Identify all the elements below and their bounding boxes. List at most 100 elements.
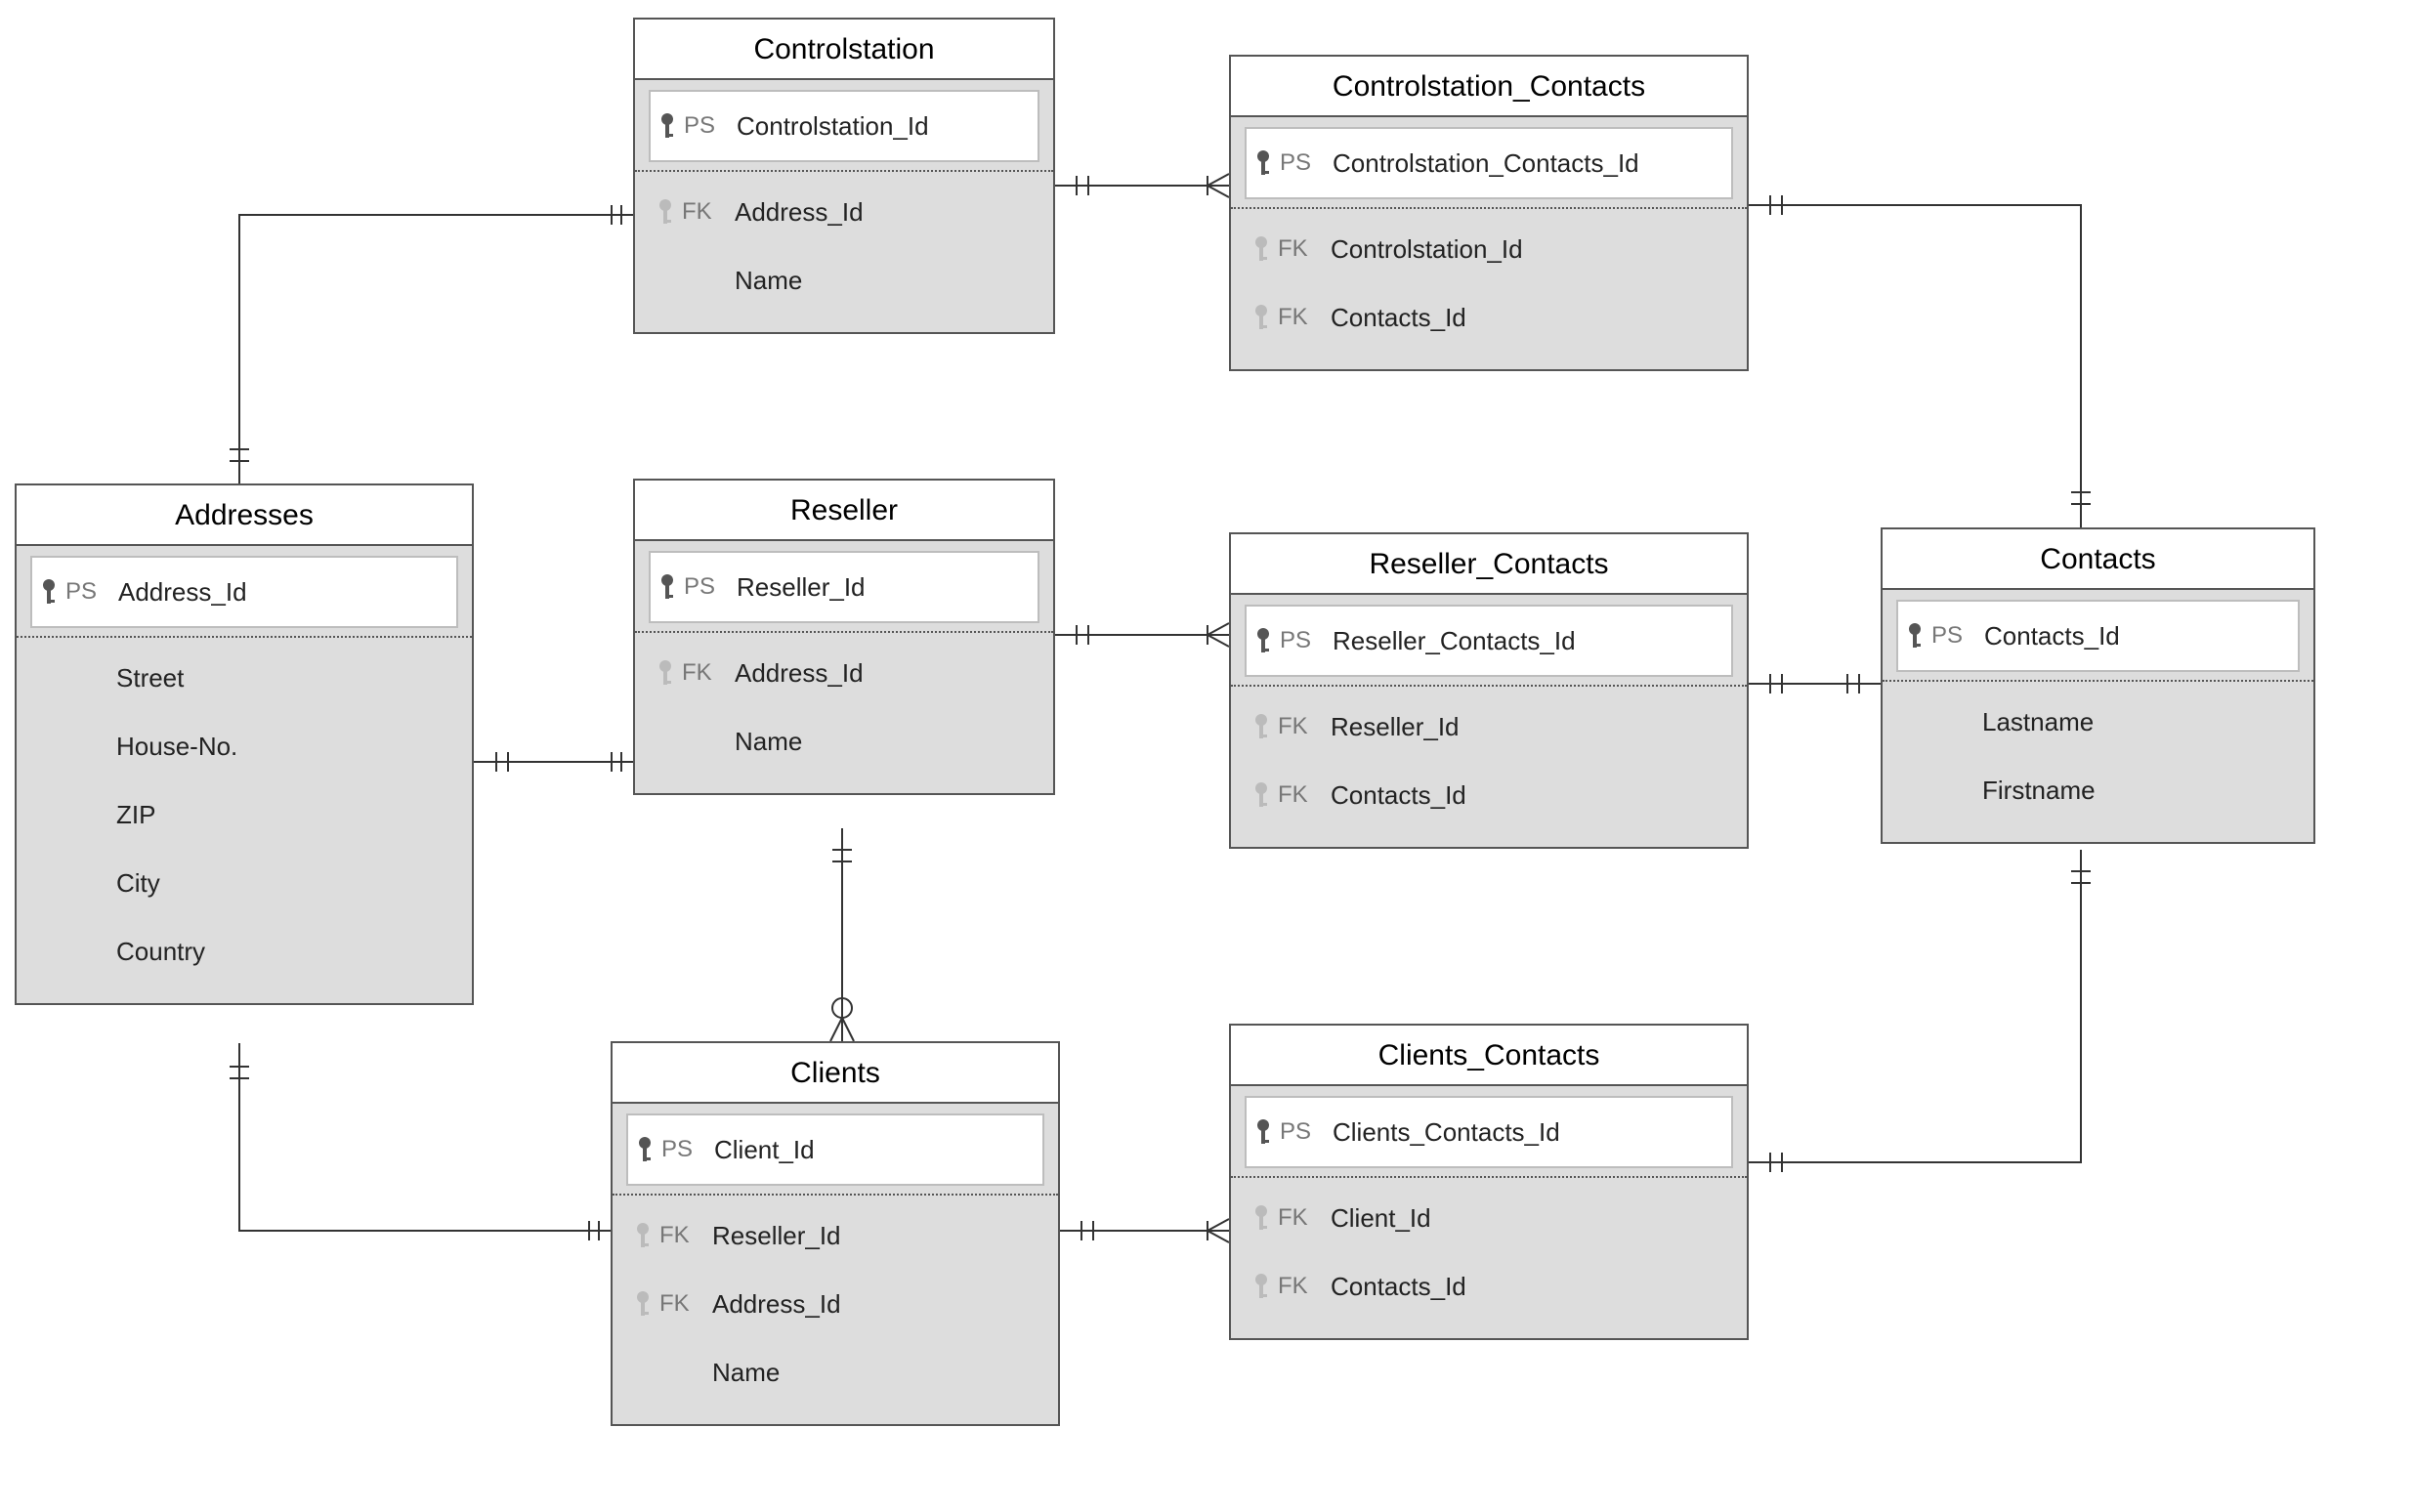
field-name: Address_Id	[729, 658, 1039, 689]
entity-title: Clients_Contacts	[1231, 1026, 1747, 1086]
entity-body: PS Clients_Contacts_Id FK Client_Id FK C…	[1231, 1086, 1747, 1338]
entity-addresses: Addresses PS Address_Id Street House-No.…	[15, 483, 474, 1005]
field-row: PS Contacts_Id	[1896, 600, 2300, 672]
field-row: PS Controlstation_Id	[649, 90, 1039, 162]
field-name: Firstname	[1976, 776, 2300, 806]
key-type: FK	[1278, 1204, 1325, 1232]
entity-body: PS Controlstation_Contacts_Id FK Control…	[1231, 117, 1747, 369]
field-name: Name	[729, 727, 1039, 757]
field-row: PS Controlstation_Contacts_Id	[1245, 127, 1733, 199]
field-row: FK Address_Id	[649, 639, 1039, 707]
key-icon	[626, 1222, 659, 1249]
entity-clients: Clients PS Client_Id FK Reseller_Id FK A…	[611, 1041, 1060, 1426]
field-row: Firstname	[1896, 756, 2300, 824]
key-icon	[1245, 235, 1278, 263]
key-type: FK	[659, 1290, 706, 1318]
pk-separator	[1883, 680, 2313, 682]
field-row: FK Address_Id	[626, 1270, 1044, 1338]
key-icon	[651, 112, 684, 140]
entity-title: Addresses	[17, 485, 472, 546]
pk-separator	[17, 636, 472, 638]
field-name: ZIP	[110, 800, 458, 830]
field-row: FK Contacts_Id	[1245, 761, 1733, 829]
entity-title: Controlstation_Contacts	[1231, 57, 1747, 117]
pk-separator	[1231, 1176, 1747, 1178]
field-name: Contacts_Id	[1978, 621, 2298, 651]
entity-reseller: Reseller PS Reseller_Id FK Address_Id Na…	[633, 479, 1055, 795]
key-icon	[649, 659, 682, 687]
key-icon	[1245, 1204, 1278, 1232]
entity-clients-contacts: Clients_Contacts PS Clients_Contacts_Id …	[1229, 1024, 1749, 1340]
field-name: Contacts_Id	[1325, 780, 1733, 811]
key-type: FK	[1278, 781, 1325, 809]
field-name: Lastname	[1976, 707, 2300, 737]
entity-body: PS Address_Id Street House-No. ZIP City …	[17, 546, 472, 1003]
field-row: FK Contacts_Id	[1245, 1252, 1733, 1321]
field-row: FK Controlstation_Id	[1245, 215, 1733, 283]
field-name: Reseller_Id	[706, 1221, 1044, 1251]
entity-body: PS Reseller_Id FK Address_Id Name	[635, 541, 1053, 793]
key-icon	[1247, 149, 1280, 177]
field-name: Reseller_Id	[731, 572, 1038, 603]
field-name: Country	[110, 937, 458, 967]
field-name: Reseller_Contacts_Id	[1327, 626, 1731, 656]
field-name: House-No.	[110, 732, 458, 762]
key-icon	[628, 1136, 661, 1163]
field-name: City	[110, 868, 458, 899]
field-name: Address_Id	[706, 1289, 1044, 1320]
key-type: PS	[1280, 1118, 1327, 1146]
entity-title: Reseller_Contacts	[1231, 534, 1747, 595]
key-type: PS	[1280, 627, 1327, 654]
key-icon	[649, 198, 682, 226]
entity-controlstation: Controlstation PS Controlstation_Id FK A…	[633, 18, 1055, 334]
field-row: FK Client_Id	[1245, 1184, 1733, 1252]
field-name: Reseller_Id	[1325, 712, 1733, 742]
field-row: City	[30, 849, 458, 917]
key-icon	[32, 578, 65, 606]
key-icon	[626, 1290, 659, 1318]
field-name: Contacts_Id	[1325, 1272, 1733, 1302]
key-type: FK	[682, 198, 729, 226]
key-icon	[1245, 713, 1278, 740]
pk-separator	[635, 631, 1053, 633]
field-name: Controlstation_Id	[1325, 234, 1733, 265]
pk-separator	[1231, 685, 1747, 687]
key-icon	[1245, 304, 1278, 331]
entity-title: Controlstation	[635, 20, 1053, 80]
field-row: PS Clients_Contacts_Id	[1245, 1096, 1733, 1168]
key-icon	[1245, 1273, 1278, 1300]
field-row: PS Reseller_Id	[649, 551, 1039, 623]
key-type: FK	[659, 1222, 706, 1249]
field-row: House-No.	[30, 712, 458, 780]
field-row: Country	[30, 917, 458, 986]
entity-title: Clients	[613, 1043, 1058, 1104]
key-icon	[1247, 1118, 1280, 1146]
field-name: Controlstation_Contacts_Id	[1327, 148, 1731, 179]
field-name: Contacts_Id	[1325, 303, 1733, 333]
field-row: FK Reseller_Id	[626, 1201, 1044, 1270]
field-row: PS Reseller_Contacts_Id	[1245, 605, 1733, 677]
field-name: Address_Id	[112, 577, 456, 608]
entity-contacts: Contacts PS Contacts_Id Lastname Firstna…	[1881, 527, 2315, 844]
key-type: PS	[65, 578, 112, 606]
key-type: FK	[1278, 1273, 1325, 1300]
key-icon	[1245, 781, 1278, 809]
key-type: PS	[1280, 149, 1327, 177]
field-row: Name	[626, 1338, 1044, 1407]
entity-reseller-contacts: Reseller_Contacts PS Reseller_Contacts_I…	[1229, 532, 1749, 849]
entity-body: PS Controlstation_Id FK Address_Id Name	[635, 80, 1053, 332]
key-type: PS	[684, 112, 731, 140]
field-name: Name	[729, 266, 1039, 296]
field-name: Name	[706, 1358, 1044, 1388]
key-type: FK	[1278, 713, 1325, 740]
erd-canvas: Addresses PS Address_Id Street House-No.…	[0, 0, 2415, 1512]
field-row: Name	[649, 707, 1039, 776]
field-row: FK Address_Id	[649, 178, 1039, 246]
key-icon	[651, 573, 684, 601]
field-row: Lastname	[1896, 688, 2300, 756]
field-name: Address_Id	[729, 197, 1039, 228]
pk-separator	[635, 170, 1053, 172]
key-type: FK	[1278, 235, 1325, 263]
key-type: FK	[682, 659, 729, 687]
key-type: PS	[661, 1136, 708, 1163]
